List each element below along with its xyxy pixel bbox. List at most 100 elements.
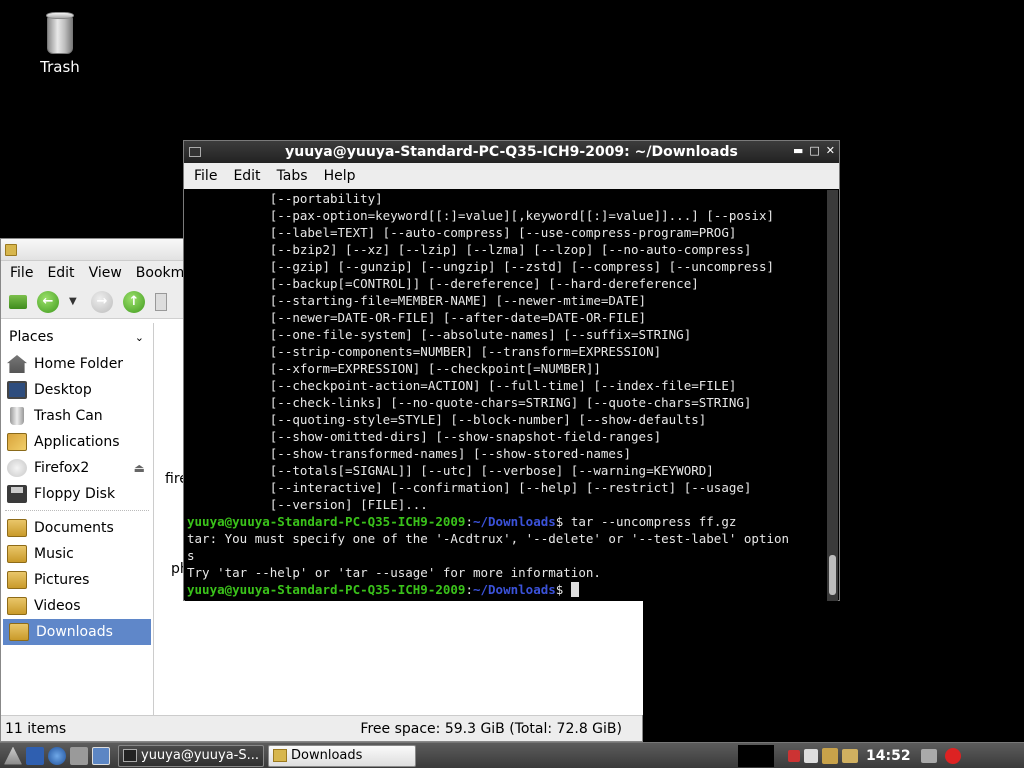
text-cursor [570, 582, 579, 597]
folder-icon [7, 519, 27, 537]
folder-icon [5, 244, 17, 256]
terminal-error-line: tar: You must specify one of the '-Acdtr… [187, 531, 790, 546]
menu-file[interactable]: File [10, 265, 33, 281]
menu-file[interactable]: File [194, 168, 217, 184]
new-tab-icon[interactable] [9, 294, 27, 309]
sidebar-item-music[interactable]: Music [1, 541, 153, 567]
browser-launcher-icon[interactable] [48, 746, 66, 765]
sidebar-item-applications[interactable]: Applications [1, 429, 153, 455]
menu-view[interactable]: View [89, 265, 122, 281]
sidebar-item-label: Home Folder [34, 356, 124, 372]
terminal-line: [--label=TEXT] [--auto-compress] [--use-… [187, 225, 737, 240]
menu-launcher-icon[interactable] [4, 746, 22, 765]
terminal-menubar: File Edit Tabs Help [184, 163, 839, 189]
terminal-icon [123, 749, 137, 762]
places-header[interactable]: Places ⌄ [1, 323, 153, 351]
terminal-line: [--strip-components=NUMBER] [--transform… [187, 344, 662, 359]
terminal-window[interactable]: yuuya@yuuya-Standard-PC-Q35-ICH9-2009: ~… [183, 140, 840, 601]
terminal-line: [--starting-file=MEMBER-NAME] [--newer-m… [187, 293, 647, 308]
places-header-label: Places [9, 329, 54, 345]
task-downloads[interactable]: Downloads [268, 744, 416, 767]
sidebar-item-pictures[interactable]: Pictures [1, 567, 153, 593]
minimize-icon[interactable]: ▬ [793, 144, 803, 157]
power-icon[interactable] [944, 747, 961, 764]
terminal-line: [--totals[=SIGNAL]] [--utc] [--verbose] … [187, 463, 714, 478]
eject-icon[interactable]: ⏏ [134, 461, 145, 475]
terminal-line: [--quoting-style=STYLE] [--block-number]… [187, 412, 707, 427]
window-switcher-icon[interactable] [70, 746, 88, 765]
sidebar-item-documents[interactable]: Documents [1, 515, 153, 541]
systray-blank [738, 744, 774, 767]
terminal-line: [--checkpoint-action=ACTION] [--full-tim… [187, 378, 737, 393]
menu-help[interactable]: Help [324, 168, 356, 184]
sidebar-item-trash[interactable]: Trash Can [1, 403, 153, 429]
up-button-icon[interactable]: ↑ [123, 290, 145, 313]
terminal-line: [--pax-option=keyword[[:]=value][,keywor… [187, 208, 774, 223]
sidebar-item-floppy[interactable]: Floppy Disk [1, 481, 153, 507]
clipboard-icon[interactable] [822, 747, 838, 764]
sidebar-item-label: Trash Can [34, 408, 103, 424]
terminal-line: [--show-transformed-names] [--show-store… [187, 446, 632, 461]
tray-app-icon[interactable] [804, 748, 818, 763]
menu-edit[interactable]: Edit [233, 168, 260, 184]
sidebar-item-label: Applications [34, 434, 120, 450]
menu-edit[interactable]: Edit [47, 265, 74, 281]
forward-button-icon[interactable]: → [91, 290, 113, 313]
sidebar-item-home[interactable]: Home Folder [1, 351, 153, 377]
floppy-icon [7, 485, 27, 503]
prompt-user: yuuya@yuuya-Standard-PC-Q35-ICH9-2009 [187, 582, 466, 597]
show-desktop-icon[interactable] [92, 746, 110, 765]
sidebar-item-label: Pictures [34, 572, 90, 588]
terminal-scrollbar[interactable] [827, 190, 838, 601]
desktop-icon [7, 381, 27, 399]
terminal-titlebar[interactable]: yuuya@yuuya-Standard-PC-Q35-ICH9-2009: ~… [184, 141, 839, 163]
history-dropdown-icon[interactable]: ▼ [69, 296, 81, 307]
drive-icon [7, 459, 27, 477]
chevron-down-icon[interactable]: ⌄ [135, 331, 144, 344]
terminal-line: [--newer=DATE-OR-FILE] [--after-date=DAT… [187, 310, 647, 325]
task-label: Downloads [291, 748, 363, 763]
terminal-prompt-line: yuuya@yuuya-Standard-PC-Q35-ICH9-2009:~/… [187, 513, 828, 530]
terminal-line: [--backup[=CONTROL]] [--dereference] [--… [187, 276, 699, 291]
terminal-line: [--check-links] [--no-quote-chars=STRING… [187, 395, 752, 410]
trash-icon [10, 407, 24, 425]
prompt-path: ~/Downloads [472, 514, 556, 529]
folder-icon [273, 749, 287, 762]
terminal-line: [--one-file-system] [--absolute-names] [… [187, 327, 692, 342]
desktop-trash[interactable]: Trash [30, 12, 90, 76]
file-manager-launcher-icon[interactable] [26, 746, 44, 765]
terminal-screen[interactable]: [--portability] [--pax-option=keyword[[:… [185, 190, 828, 601]
sidebar-item-label: Downloads [36, 624, 113, 640]
folder-icon [7, 597, 27, 615]
maximize-icon[interactable]: □ [809, 144, 819, 157]
sidebar-item-label: Desktop [34, 382, 92, 398]
places-sidebar: Places ⌄ Home Folder Desktop Trash Can A… [1, 323, 154, 715]
terminal-title: yuuya@yuuya-Standard-PC-Q35-ICH9-2009: ~… [285, 144, 738, 160]
sidebar-item-downloads[interactable]: Downloads [3, 619, 151, 645]
back-button-icon[interactable]: ← [37, 290, 59, 313]
sidebar-item-desktop[interactable]: Desktop [1, 377, 153, 403]
home-button-icon[interactable] [155, 292, 167, 311]
folder-icon [7, 571, 27, 589]
prompt-path: ~/Downloads [472, 582, 556, 597]
terminal-line: [--version] [FILE]... [187, 497, 428, 512]
folder-tray-icon[interactable] [842, 748, 858, 763]
sidebar-item-label: Music [34, 546, 74, 562]
terminal-prompt-line: yuuya@yuuya-Standard-PC-Q35-ICH9-2009:~/… [187, 581, 828, 598]
close-icon[interactable]: ✕ [826, 144, 835, 157]
network-icon[interactable] [788, 749, 800, 762]
terminal-line: [--xform=EXPRESSION] [--checkpoint[=NUMB… [187, 361, 601, 376]
prompt-end: $ [555, 514, 571, 529]
sidebar-item-videos[interactable]: Videos [1, 593, 153, 619]
display-icon[interactable] [920, 748, 937, 763]
terminal-line: [--interactive] [--confirmation] [--help… [187, 480, 752, 495]
applications-icon [7, 433, 27, 451]
scrollbar-thumb[interactable] [829, 555, 836, 595]
prompt-end: $ [555, 582, 571, 597]
sidebar-item-firefox2[interactable]: Firefox2 ⏏ [1, 455, 153, 481]
menu-tabs[interactable]: Tabs [277, 168, 308, 184]
sidebar-item-label: Videos [34, 598, 81, 614]
clock[interactable]: 14:52 [866, 748, 911, 764]
task-terminal[interactable]: yuuya@yuuya-S... [118, 744, 264, 767]
terminal-error-line: s [187, 548, 195, 563]
